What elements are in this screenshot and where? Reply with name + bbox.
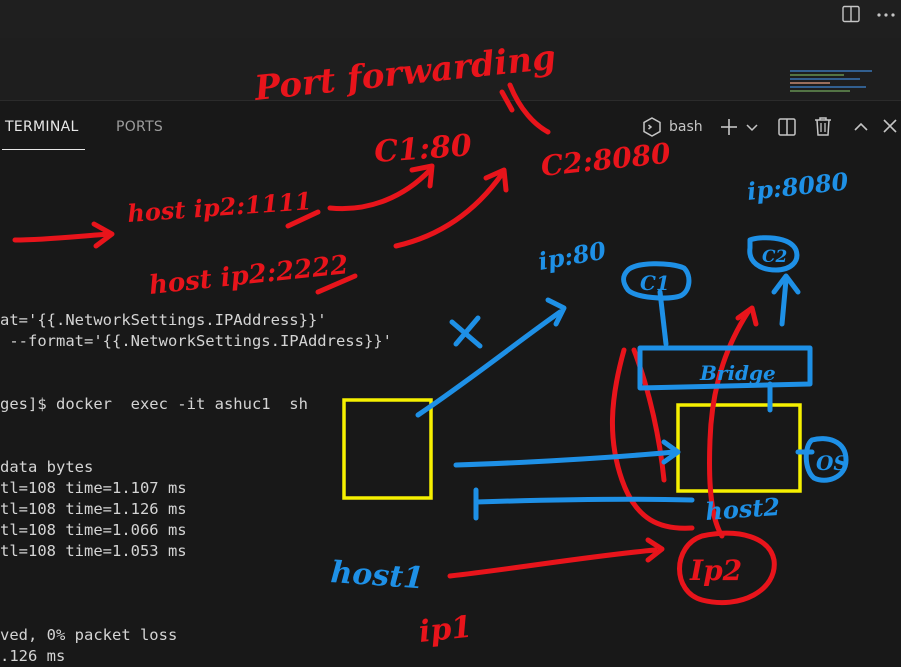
- annotation-c1-label: C1: [640, 271, 670, 295]
- annotation-c1-port: C1:80: [373, 128, 473, 170]
- annotation-host2: host2: [704, 492, 781, 526]
- annotation-ip-8080: ip:8080: [746, 166, 850, 205]
- annotation-port-forwarding: Port forwarding: [252, 38, 558, 109]
- annotation-ip1: ip1: [417, 610, 474, 650]
- annotation-c2-port: C2:8080: [539, 136, 672, 182]
- annotation-overlay: Port forwarding C1:80 C2:8080 host ip2:1…: [12, 38, 850, 650]
- annotation-os: OS: [816, 451, 848, 475]
- host2-container-box: [676, 403, 802, 493]
- annotation-host-ip-1111: host ip2:1111: [126, 186, 312, 228]
- annotation-ip2: Ip2: [689, 554, 742, 587]
- annotation-c2-label: C2: [762, 247, 788, 267]
- annotation-ip-80: ip:80: [536, 235, 608, 275]
- blue-annotation-strokes: [415, 235, 849, 521]
- annotation-bridge: Bridge: [699, 361, 776, 385]
- annotation-host1: host1: [329, 555, 425, 596]
